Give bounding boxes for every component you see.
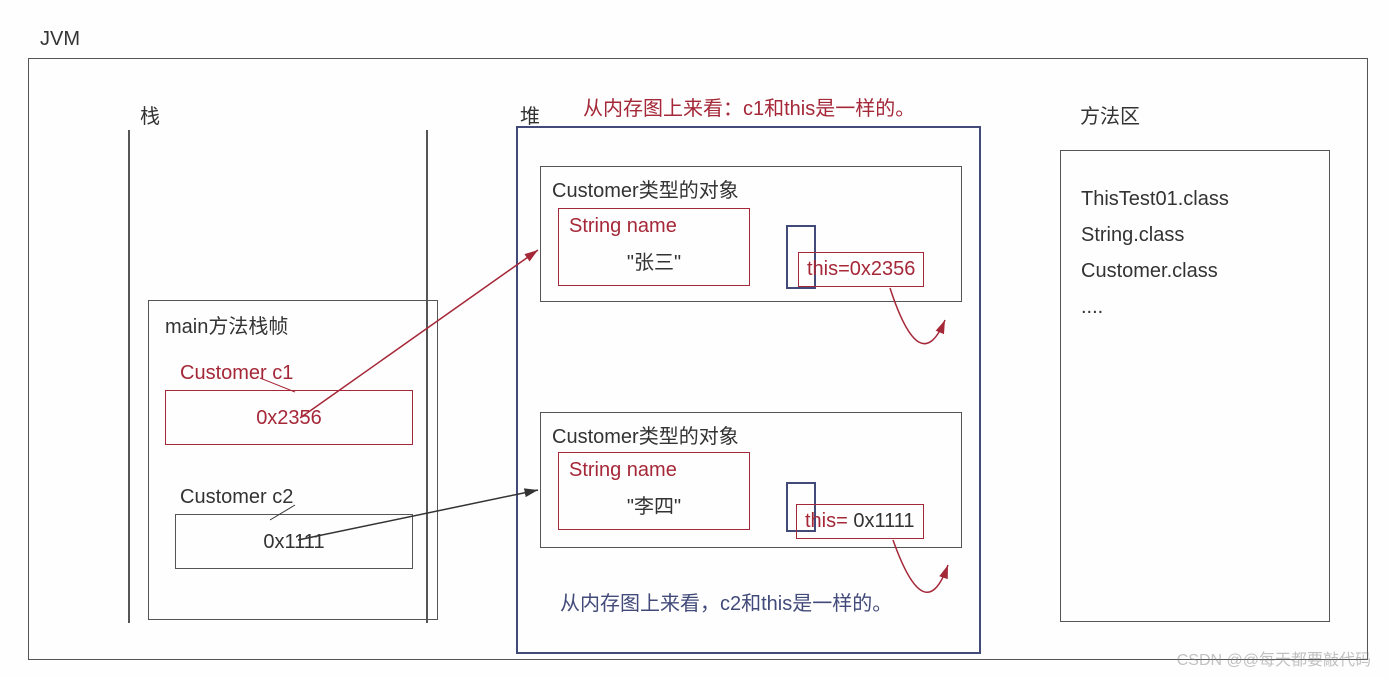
jvm-title: JVM: [40, 28, 80, 51]
obj1-name-label: String name: [559, 209, 749, 238]
c2-label: Customer c2: [180, 486, 293, 509]
obj1-name-value: "张三": [559, 238, 749, 275]
c1-value-box: 0x2356: [165, 390, 413, 445]
note-c1-this: 从内存图上来看：c1和this是一样的。: [583, 92, 915, 121]
method-item-0: ThisTest01.class: [1081, 181, 1309, 217]
obj2-label: Customer类型的对象: [552, 420, 739, 449]
obj1-name-box: String name "张三": [558, 208, 750, 286]
main-stack-frame: [148, 300, 438, 620]
obj2-this-box: this= 0x1111: [796, 504, 924, 539]
watermark: CSDN @@每天都要敲代码: [1177, 646, 1371, 670]
obj2-name-box: String name "李四": [558, 452, 750, 530]
obj2-name-value: "李四": [559, 482, 749, 519]
obj2-this-prefix: this=: [805, 510, 848, 532]
method-area-region: ThisTest01.class String.class Customer.c…: [1060, 150, 1330, 622]
c1-label: Customer c1: [180, 362, 293, 385]
method-item-1: String.class: [1081, 217, 1309, 253]
obj1-this-box: this=0x2356: [798, 252, 924, 287]
c2-value-box: 0x1111: [175, 514, 413, 569]
main-frame-label: main方法栈帧: [165, 310, 288, 339]
obj2-name-label: String name: [559, 453, 749, 482]
obj2-this-value: 0x1111: [853, 510, 914, 532]
stack-label: 栈: [140, 100, 160, 129]
method-item-2: Customer.class: [1081, 253, 1309, 289]
heap-label: 堆: [520, 100, 540, 129]
obj1-label: Customer类型的对象: [552, 174, 739, 203]
method-item-3: ....: [1081, 289, 1309, 325]
note-c2-this: 从内存图上来看，c2和this是一样的。: [560, 588, 930, 620]
method-area-label: 方法区: [1080, 100, 1140, 129]
